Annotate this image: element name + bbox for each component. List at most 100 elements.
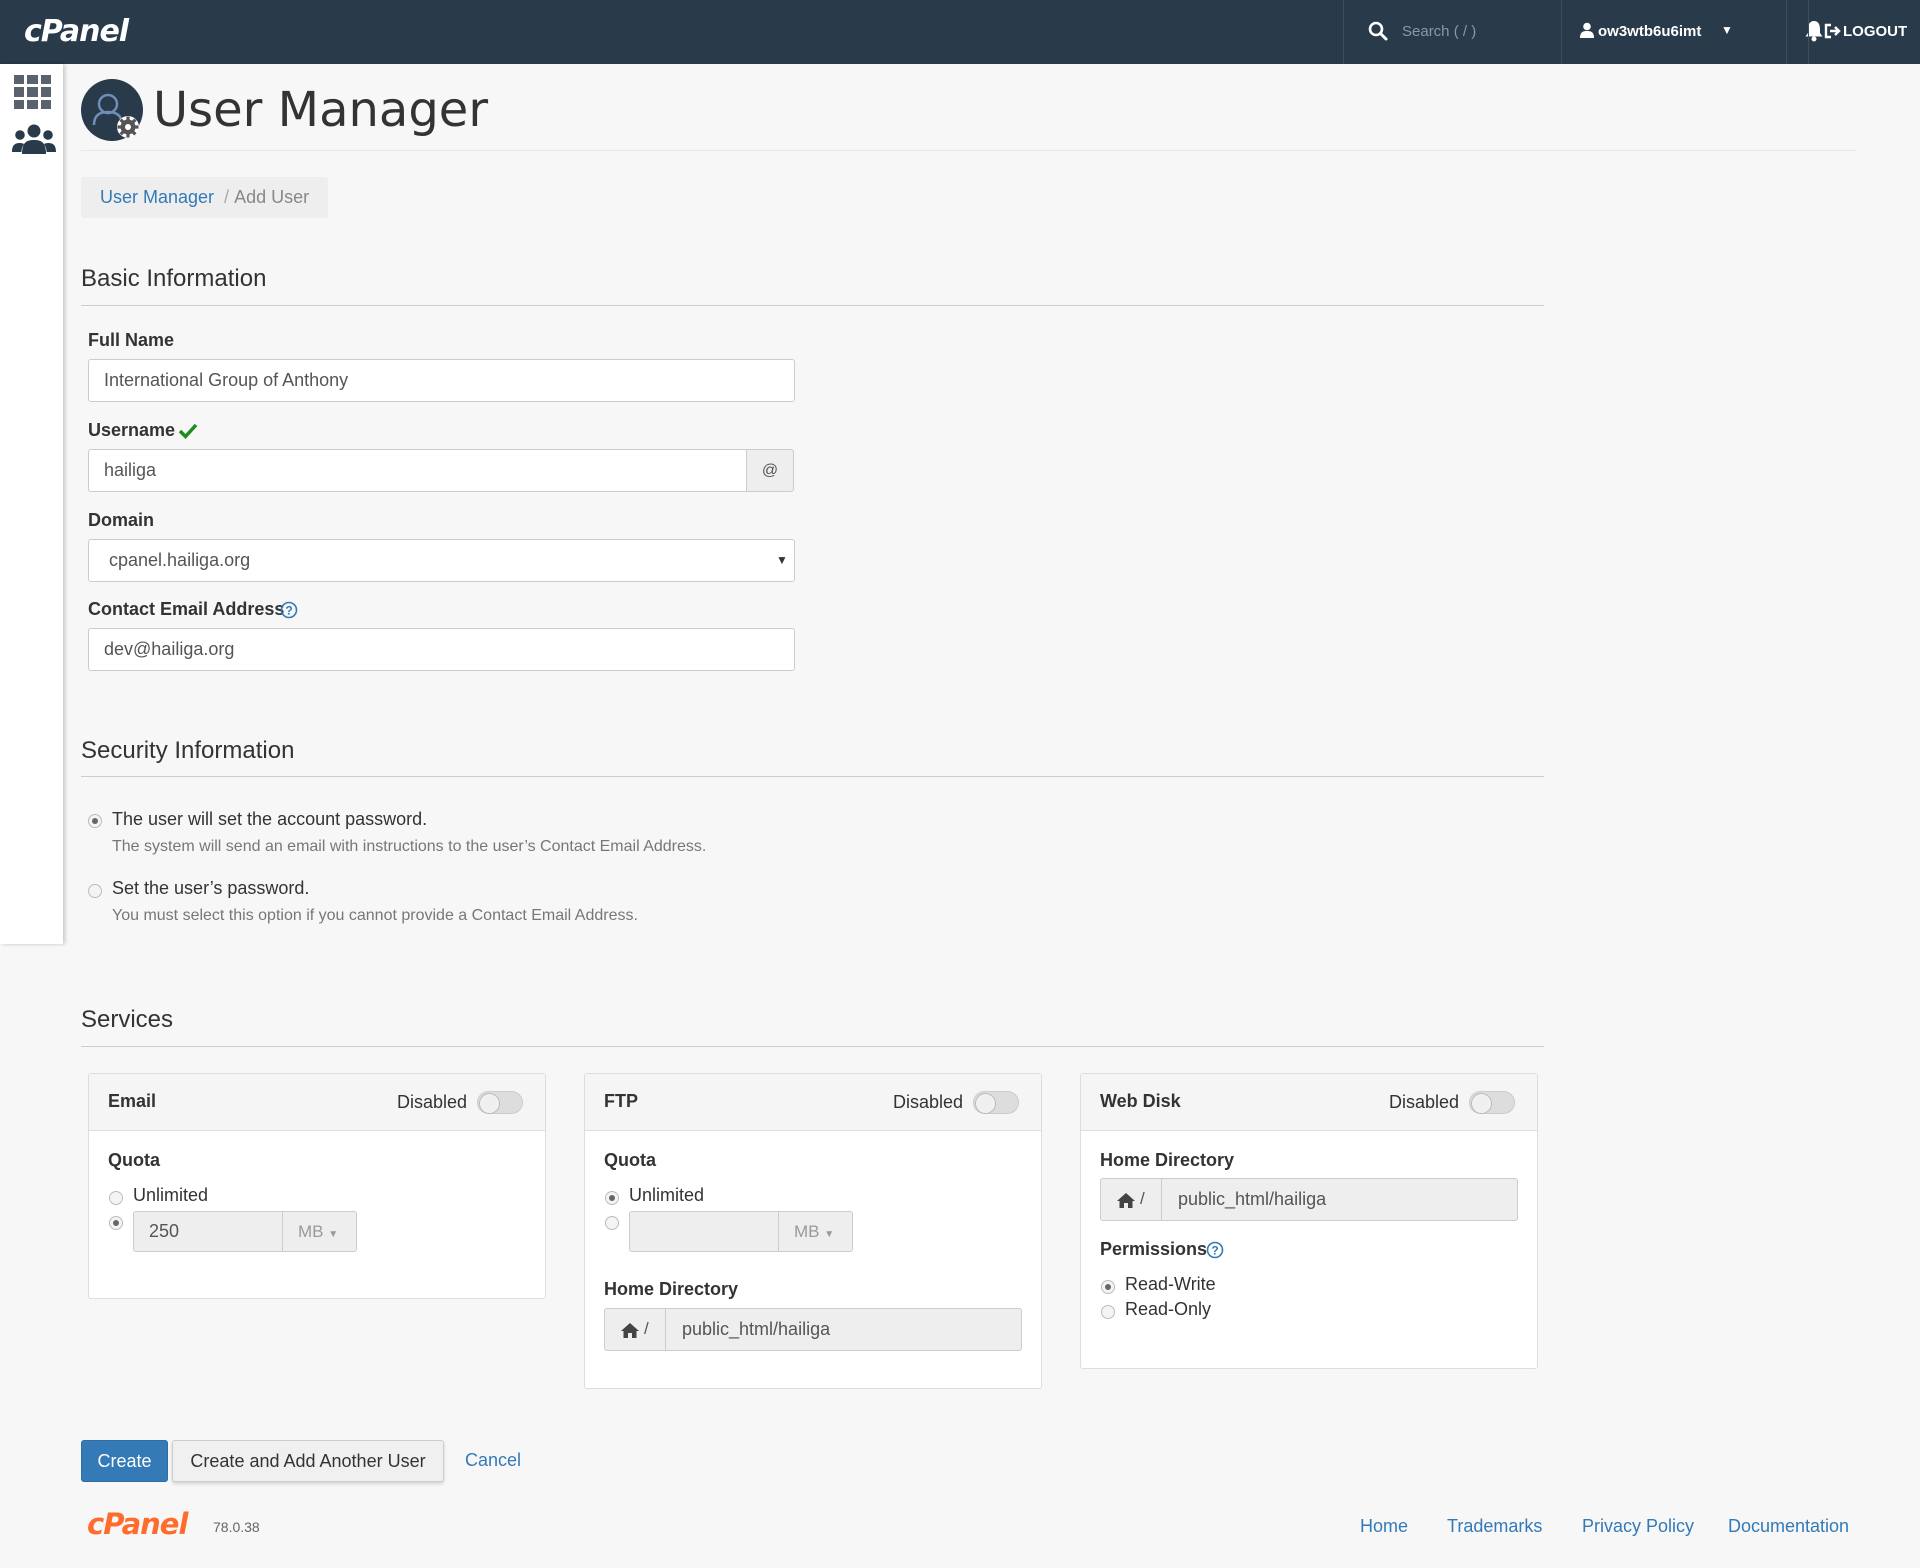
search-icon xyxy=(1368,21,1388,41)
email-quota-label: Quota xyxy=(108,1150,160,1170)
ftp-home-directory-input[interactable]: public_html/hailiga xyxy=(665,1308,1022,1351)
domain-label: Domain xyxy=(88,510,155,530)
email-unit-dropdown[interactable]: MB ▼ xyxy=(283,1211,357,1252)
svg-text:?: ? xyxy=(1211,1244,1218,1258)
home-prefix-slash: / xyxy=(644,1319,649,1338)
webdisk-home-directory-label: Home Directory xyxy=(1100,1150,1235,1170)
panel-header: Web Disk Disabled xyxy=(1081,1074,1537,1131)
caret-down-icon: ▼ xyxy=(824,1229,835,1240)
home-prefix-slash: / xyxy=(1140,1189,1145,1208)
section-divider xyxy=(81,1046,1544,1047)
read-write-label[interactable]: Read-Write xyxy=(1125,1274,1216,1295)
sidebar-item-user-manager[interactable] xyxy=(0,124,63,184)
checkmark-icon xyxy=(178,423,198,439)
page-title: User Manager xyxy=(153,82,489,138)
ftp-quota-input[interactable] xyxy=(629,1211,779,1252)
read-only-label[interactable]: Read-Only xyxy=(1125,1299,1211,1320)
set-password-label[interactable]: Set the user’s password. xyxy=(112,878,309,899)
ftp-limited-radio[interactable] xyxy=(605,1216,619,1230)
email-service-panel: Email Disabled Quota Unlimited 250 MB ▼ xyxy=(88,1073,546,1299)
panel-header: Email Disabled xyxy=(89,1074,545,1131)
security-info-heading: Security Information xyxy=(81,737,295,764)
services-heading: Services xyxy=(81,1006,174,1033)
username-label: ow3wtb6u6imt xyxy=(1598,23,1702,40)
footer-version: 78.0.38 xyxy=(213,1519,260,1535)
search-box[interactable]: Search ( / ) xyxy=(1343,0,1561,64)
footer-link-privacy-policy[interactable]: Privacy Policy xyxy=(1582,1516,1694,1537)
email-unit-value: MB xyxy=(298,1222,324,1241)
set-password-help: You must select this option if you canno… xyxy=(112,907,638,924)
home-prefix-addon: / xyxy=(1100,1178,1162,1221)
footer-link-home[interactable]: Home xyxy=(1360,1516,1408,1537)
email-unlimited-label[interactable]: Unlimited xyxy=(133,1185,208,1206)
ftp-unlimited-label[interactable]: Unlimited xyxy=(629,1185,704,1206)
username-input[interactable]: hailiga xyxy=(88,449,747,492)
set-password-radio[interactable] xyxy=(88,884,102,898)
email-status-label: Disabled xyxy=(397,1092,468,1112)
panel-header: FTP Disabled xyxy=(585,1074,1041,1131)
contact-email-input[interactable]: dev@hailiga.org xyxy=(88,628,795,671)
logout-icon xyxy=(1824,23,1841,39)
webdisk-toggle[interactable] xyxy=(1469,1091,1515,1114)
svg-text:?: ? xyxy=(285,604,292,618)
webdisk-permissions-label: Permissions xyxy=(1100,1239,1208,1259)
full-name-label: Full Name xyxy=(88,330,175,350)
chevron-down-icon: ▼ xyxy=(1721,23,1733,37)
webdisk-home-directory-input[interactable]: public_html/hailiga xyxy=(1161,1178,1518,1221)
ftp-status-label: Disabled xyxy=(893,1092,964,1112)
breadcrumb: User Manager / Add User xyxy=(81,177,329,218)
user-menu[interactable]: ow3wtb6u6imt ▼ xyxy=(1561,0,1786,64)
user-manager-icon xyxy=(81,79,143,141)
ftp-unit-dropdown[interactable]: MB ▼ xyxy=(779,1211,853,1252)
username-at-addon: @ xyxy=(746,449,794,492)
webdisk-home-directory-group: / public_html/hailiga xyxy=(1100,1178,1518,1221)
full-name-input[interactable]: International Group of Anthony xyxy=(88,359,795,402)
email-toggle[interactable] xyxy=(477,1091,523,1114)
sidebar xyxy=(0,64,63,944)
ftp-service-panel: FTP Disabled Quota Unlimited MB ▼ Home D… xyxy=(584,1073,1042,1389)
cpanel-logo[interactable]: cPanel xyxy=(24,14,129,49)
help-icon[interactable]: ? xyxy=(1206,1241,1224,1259)
section-divider xyxy=(81,776,1544,777)
ftp-home-directory-group: / public_html/hailiga xyxy=(604,1308,1022,1351)
logout-label: LOGOUT xyxy=(1843,23,1908,40)
home-icon xyxy=(621,1323,639,1338)
create-button[interactable]: Create xyxy=(81,1440,168,1482)
grid-icon xyxy=(14,75,51,109)
webdisk-panel-title: Web Disk xyxy=(1100,1091,1181,1111)
footer-link-trademarks[interactable]: Trademarks xyxy=(1447,1516,1542,1537)
users-icon xyxy=(12,124,56,154)
footer-link-documentation[interactable]: Documentation xyxy=(1728,1516,1849,1537)
ftp-quota-label: Quota xyxy=(604,1150,656,1170)
ftp-toggle[interactable] xyxy=(973,1091,1019,1114)
home-prefix-addon: / xyxy=(604,1308,666,1351)
breadcrumb-separator: / xyxy=(224,187,230,207)
email-limited-radio[interactable] xyxy=(109,1216,123,1230)
ftp-panel-title: FTP xyxy=(604,1091,638,1111)
email-quota-input[interactable]: 250 xyxy=(133,1211,283,1252)
basic-info-heading: Basic Information xyxy=(81,265,267,292)
sidebar-item-home[interactable] xyxy=(0,64,63,124)
read-write-radio[interactable] xyxy=(1101,1280,1115,1294)
read-only-radio[interactable] xyxy=(1101,1305,1115,1319)
webdisk-service-panel: Web Disk Disabled Home Directory / publi… xyxy=(1080,1073,1538,1369)
ftp-unit-value: MB xyxy=(794,1222,820,1241)
domain-select[interactable]: cpanel.hailiga.org xyxy=(88,539,795,582)
cancel-link[interactable]: Cancel xyxy=(465,1450,521,1471)
caret-down-icon: ▼ xyxy=(328,1229,339,1240)
user-sets-password-radio[interactable] xyxy=(88,814,102,828)
email-panel-title: Email xyxy=(108,1091,157,1111)
username-label-text: Username xyxy=(88,420,176,440)
logout-button[interactable]: LOGOUT xyxy=(1808,0,1920,64)
user-sets-password-label[interactable]: The user will set the account password. xyxy=(112,809,427,830)
breadcrumb-current: Add User xyxy=(234,187,310,207)
footer-cpanel-logo[interactable]: cPanel xyxy=(87,1507,188,1541)
create-and-add-another-button[interactable]: Create and Add Another User xyxy=(172,1440,444,1482)
ftp-unlimited-radio[interactable] xyxy=(605,1191,619,1205)
search-placeholder[interactable]: Search ( / ) xyxy=(1402,23,1476,40)
help-icon[interactable]: ? xyxy=(280,601,298,619)
section-divider xyxy=(81,305,1544,306)
title-divider xyxy=(81,150,1857,151)
breadcrumb-user-manager-link[interactable]: User Manager xyxy=(100,187,214,207)
email-unlimited-radio[interactable] xyxy=(109,1191,123,1205)
